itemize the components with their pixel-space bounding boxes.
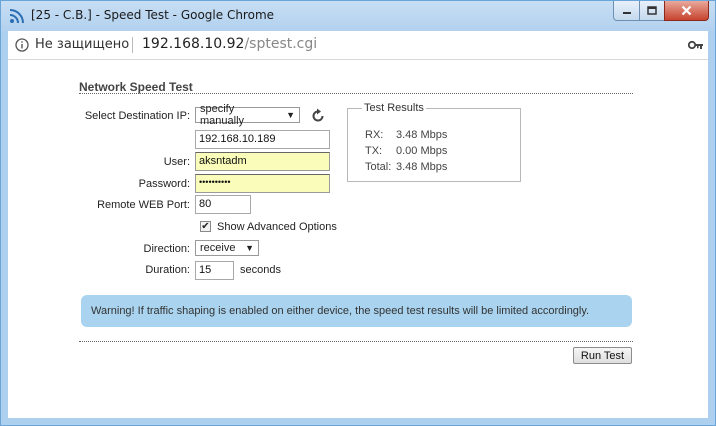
test-results-title: Test Results bbox=[362, 102, 426, 114]
tx-value: 0.00 Mbps bbox=[396, 145, 448, 157]
maximize-button[interactable] bbox=[639, 1, 665, 21]
minimize-button[interactable] bbox=[613, 1, 640, 21]
user-input[interactable]: aksntadm bbox=[195, 152, 330, 171]
duration-input[interactable]: 15 bbox=[195, 261, 234, 280]
tx-label: TX: bbox=[365, 145, 383, 157]
close-button[interactable] bbox=[664, 1, 709, 21]
direction-select-value: receive bbox=[200, 242, 236, 254]
key-icon[interactable] bbox=[688, 39, 704, 51]
address-bar[interactable]: Не защищено 192.168.10.92/sptest.cgi bbox=[8, 31, 708, 60]
refresh-icon[interactable] bbox=[310, 108, 326, 124]
password-label: Password: bbox=[138, 178, 190, 190]
rx-value: 3.48 Mbps bbox=[396, 129, 448, 141]
dest-ip-select-value: specify manually bbox=[200, 103, 245, 127]
direction-select[interactable]: receive ▼ bbox=[195, 240, 259, 256]
total-value: 3.48 Mbps bbox=[396, 161, 448, 173]
top-divider bbox=[79, 93, 633, 94]
total-label: Total: bbox=[365, 161, 392, 173]
advanced-options-checkbox[interactable]: ✔ bbox=[200, 221, 211, 232]
address-separator bbox=[132, 37, 133, 53]
duration-label: Duration: bbox=[145, 264, 190, 276]
password-input[interactable]: •••••••••• bbox=[195, 174, 330, 193]
user-label: User: bbox=[163, 156, 190, 168]
minimize-icon bbox=[622, 11, 631, 14]
direction-label: Direction: bbox=[143, 243, 190, 255]
security-status[interactable]: Не защищено bbox=[35, 37, 129, 52]
run-test-button[interactable]: Run Test bbox=[573, 347, 632, 364]
remote-port-input[interactable]: 80 bbox=[195, 195, 251, 214]
dest-ip-label: Select Destination IP: bbox=[84, 110, 190, 122]
bottom-divider bbox=[79, 341, 633, 342]
rx-label: RX: bbox=[365, 129, 384, 141]
dropdown-arrow-icon: ▼ bbox=[245, 243, 254, 253]
browser-window: [25 - C.B.] - Speed Test - Google Chrome… bbox=[0, 0, 716, 426]
url-host: 192.168.10.92 bbox=[142, 36, 245, 52]
maximize-icon bbox=[647, 5, 657, 15]
dest-ip-select[interactable]: specify manually ▼ bbox=[195, 103, 300, 127]
window-title: [25 - C.B.] - Speed Test - Google Chrome bbox=[31, 8, 275, 22]
close-icon bbox=[681, 5, 692, 16]
warning-banner: Warning! If traffic shaping is enabled o… bbox=[81, 295, 632, 327]
test-results-box: Test Results RX: 3.48 Mbps TX: 0.00 Mbps… bbox=[347, 102, 521, 182]
info-icon[interactable] bbox=[15, 38, 29, 52]
url-text[interactable]: 192.168.10.92/sptest.cgi bbox=[142, 36, 317, 52]
page-content: Network Speed Test Select Destination IP… bbox=[8, 60, 708, 418]
rss-feed-icon bbox=[9, 9, 24, 24]
title-bar[interactable]: [25 - C.B.] - Speed Test - Google Chrome bbox=[1, 1, 715, 31]
duration-unit: seconds bbox=[240, 264, 281, 276]
dest-ip-input[interactable]: 192.168.10.189 bbox=[195, 130, 330, 149]
url-path: /sptest.cgi bbox=[244, 36, 318, 52]
remote-port-label: Remote WEB Port: bbox=[97, 199, 190, 211]
advanced-options-label[interactable]: Show Advanced Options bbox=[217, 221, 337, 233]
page-title: Network Speed Test bbox=[79, 80, 193, 94]
dropdown-arrow-icon: ▼ bbox=[286, 110, 295, 120]
